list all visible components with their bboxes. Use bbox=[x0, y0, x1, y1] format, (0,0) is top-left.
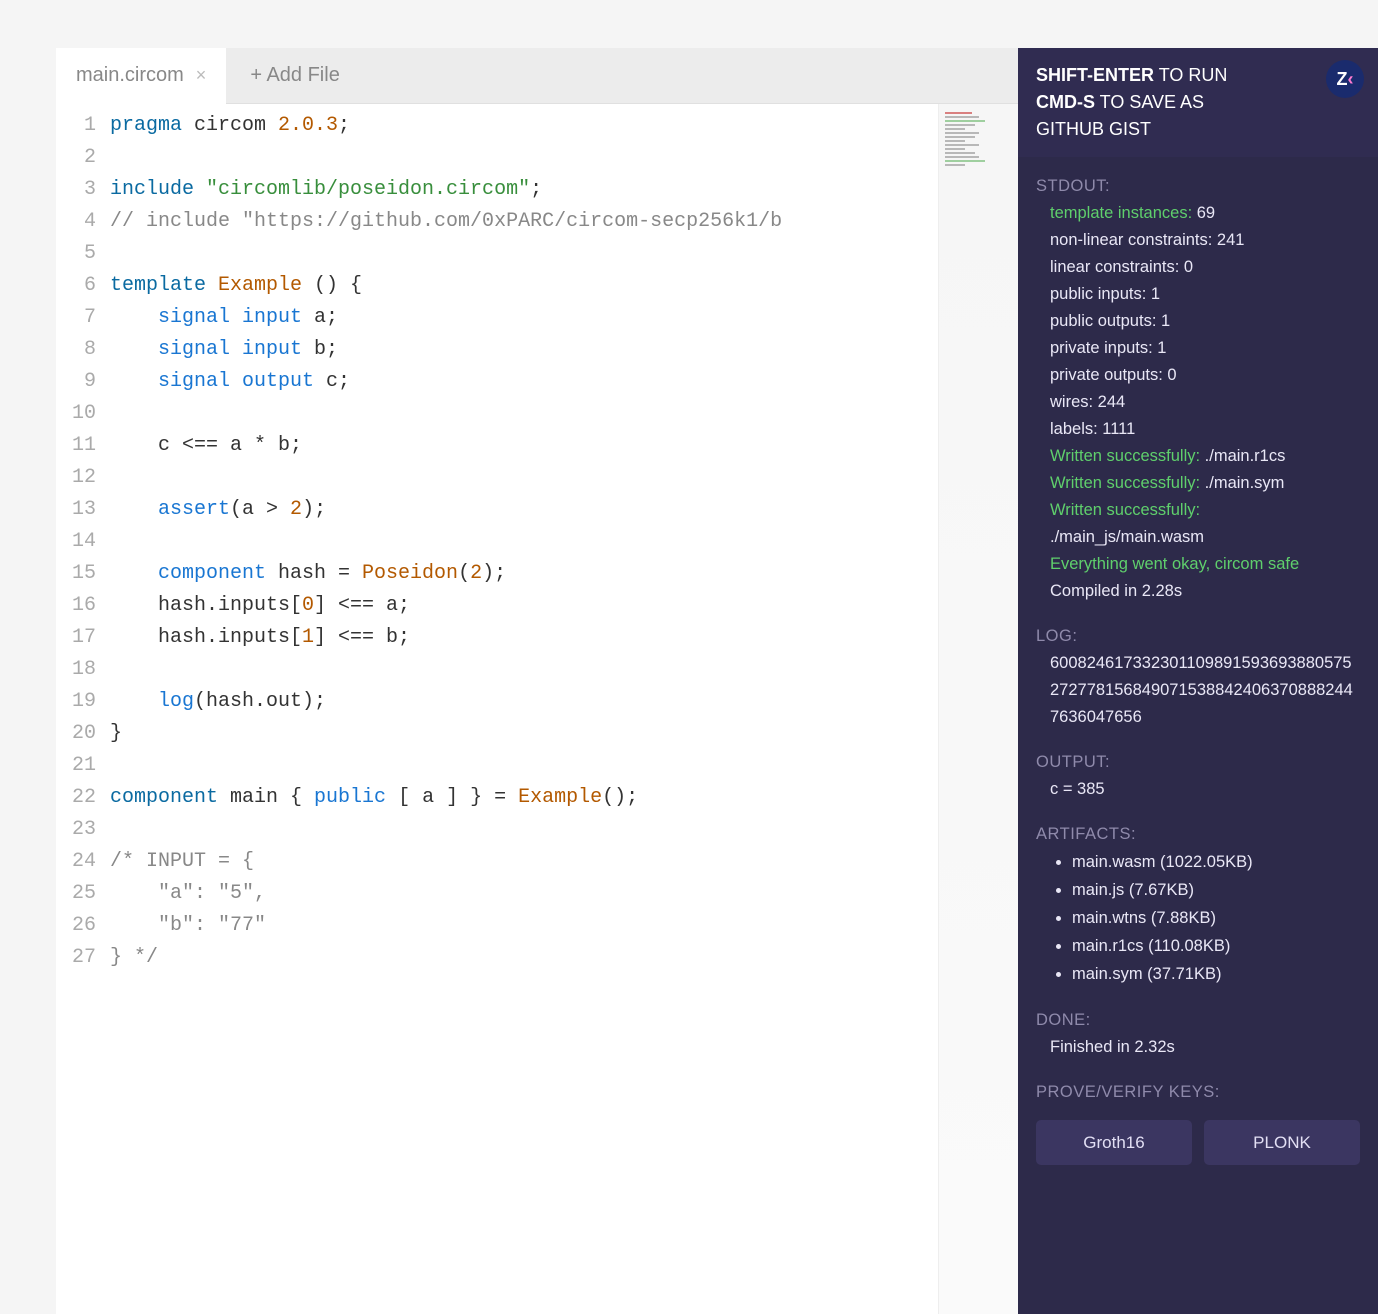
plonk-button[interactable]: PLONK bbox=[1204, 1120, 1360, 1165]
output-pane: SHIFT-ENTER TO RUN CMD-S TO SAVE AS GITH… bbox=[1018, 48, 1378, 1314]
done-value: Finished in 2.32s bbox=[1036, 1034, 1360, 1061]
done-section: DONE: Finished in 2.32s bbox=[1018, 991, 1378, 1063]
save-rest: TO SAVE AS bbox=[1095, 92, 1204, 112]
minimap-lines bbox=[945, 112, 1012, 202]
artifact-item[interactable]: main.sym (37.71KB) bbox=[1072, 961, 1360, 988]
output-label: OUTPUT: bbox=[1036, 749, 1360, 776]
artifacts-section: ARTIFACTS: main.wasm (1022.05KB)main.js … bbox=[1018, 805, 1378, 991]
log-section: LOG: 60082461733230110989159369388057527… bbox=[1018, 607, 1378, 733]
output-section: OUTPUT: c = 385 bbox=[1018, 733, 1378, 805]
tab-main-circom[interactable]: main.circom × bbox=[56, 48, 226, 104]
tab-bar: main.circom × + Add File bbox=[56, 48, 1018, 104]
groth16-button[interactable]: Groth16 bbox=[1036, 1120, 1192, 1165]
output-value: c = 385 bbox=[1036, 776, 1360, 803]
save-line-3: GITHUB GIST bbox=[1036, 116, 1360, 143]
artifact-item[interactable]: main.wtns (7.88KB) bbox=[1072, 905, 1360, 932]
artifact-item[interactable]: main.wasm (1022.05KB) bbox=[1072, 849, 1360, 876]
stdout-section: STDOUT: template instances: 69non-linear… bbox=[1018, 157, 1378, 607]
minimap[interactable] bbox=[938, 104, 1018, 1314]
code-editor[interactable]: 1234567891011121314151617181920212223242… bbox=[56, 104, 1018, 1314]
log-label: LOG: bbox=[1036, 623, 1360, 650]
line-gutter: 1234567891011121314151617181920212223242… bbox=[56, 104, 110, 1314]
stdout-lines: template instances: 69non-linear constra… bbox=[1036, 200, 1360, 605]
stdout-label: STDOUT: bbox=[1036, 173, 1360, 200]
app-root: main.circom × + Add File 123456789101112… bbox=[56, 48, 1378, 1314]
editor-pane: main.circom × + Add File 123456789101112… bbox=[56, 48, 1018, 1314]
run-rest: TO RUN bbox=[1154, 65, 1227, 85]
artifact-item[interactable]: main.r1cs (110.08KB) bbox=[1072, 933, 1360, 960]
zk-logo-icon: Z‹ bbox=[1326, 60, 1364, 98]
artifacts-label: ARTIFACTS: bbox=[1036, 821, 1360, 848]
close-icon[interactable]: × bbox=[196, 65, 207, 86]
code-content[interactable]: pragma circom 2.0.3;include "circomlib/p… bbox=[110, 104, 938, 1314]
log-value: 6008246173323011098915936938805752727781… bbox=[1036, 650, 1360, 731]
prove-section: PROVE/VERIFY KEYS: bbox=[1018, 1063, 1378, 1108]
artifacts-list: main.wasm (1022.05KB)main.js (7.67KB)mai… bbox=[1036, 849, 1360, 988]
artifact-item[interactable]: main.js (7.67KB) bbox=[1072, 877, 1360, 904]
done-label: DONE: bbox=[1036, 1007, 1360, 1034]
run-shortcut: SHIFT-ENTER bbox=[1036, 65, 1154, 85]
save-shortcut: CMD-S bbox=[1036, 92, 1095, 112]
add-file-button[interactable]: + Add File bbox=[226, 64, 364, 87]
prove-buttons: Groth16 PLONK bbox=[1018, 1108, 1378, 1185]
prove-label: PROVE/VERIFY KEYS: bbox=[1036, 1079, 1360, 1106]
tab-label: main.circom bbox=[76, 64, 184, 87]
output-header: SHIFT-ENTER TO RUN CMD-S TO SAVE AS GITH… bbox=[1018, 48, 1378, 157]
